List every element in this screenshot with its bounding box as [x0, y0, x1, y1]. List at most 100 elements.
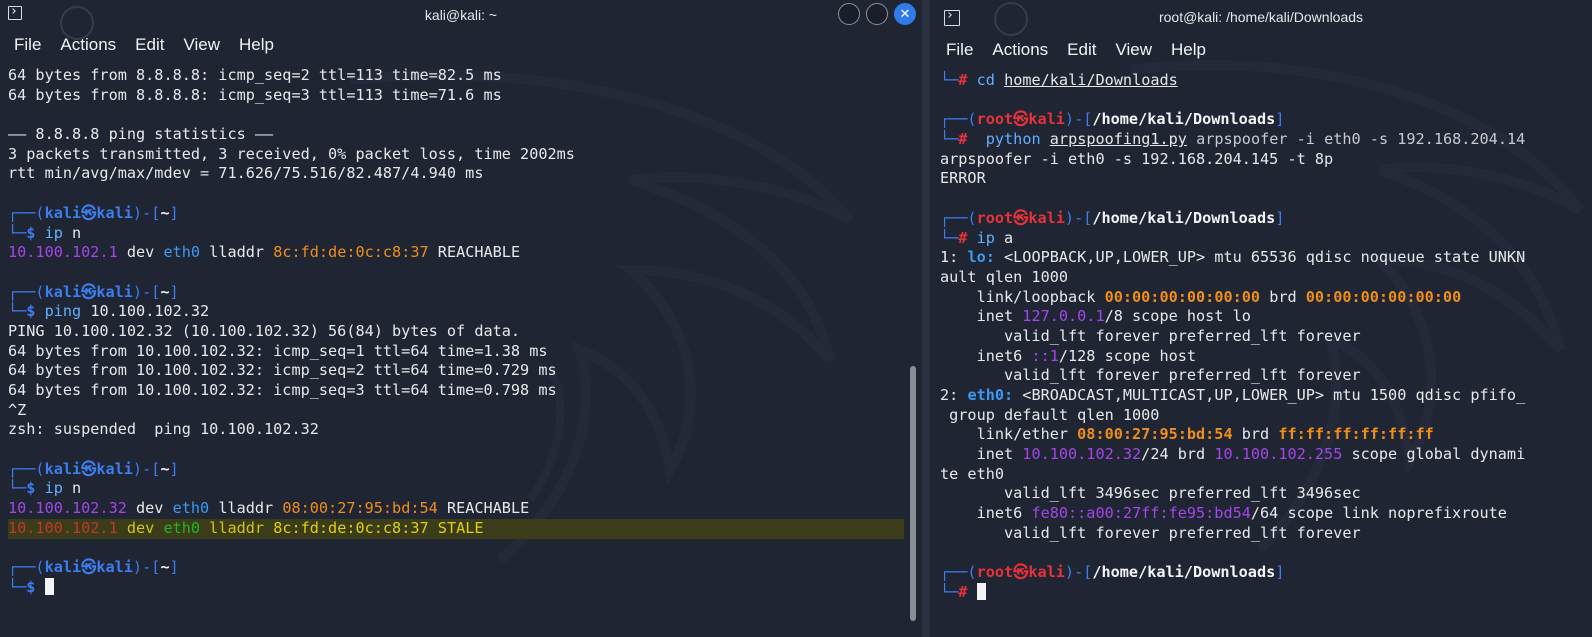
interface-flags: <BROADCAST,MULTICAST,UP,LOWER_UP> mtu 15… — [1013, 386, 1526, 404]
prompt-frame: )-[ — [1064, 563, 1093, 582]
menu-item-actions[interactable]: Actions — [992, 40, 1048, 60]
command: ip — [44, 479, 63, 498]
label: link/loopback — [940, 287, 1105, 306]
text-cursor[interactable] — [44, 577, 54, 595]
text-cursor[interactable] — [976, 582, 986, 600]
prompt-line: ┌──(kali㉿kali)-[~] — [8, 283, 904, 303]
interface-header: 2: eth0: <BROADCAST,MULTICAST,UP,LOWER_U… — [940, 386, 1592, 406]
neighbor-ip: 10.100.102.32 — [8, 499, 127, 518]
menu-item-edit[interactable]: Edit — [1067, 40, 1096, 60]
command: ping — [44, 302, 82, 321]
menu-item-help[interactable]: Help — [1171, 40, 1206, 60]
address-line: inet6 ::1/128 scope host — [940, 347, 1592, 367]
output-line: PING 10.100.102.32 (10.100.102.32) 56(84… — [8, 322, 904, 342]
prompt-dir: /home/kali/Downloads — [1092, 110, 1276, 129]
output-text: valid_lft forever preferred_lft forever — [940, 523, 1361, 542]
interface-number: 1: — [940, 248, 968, 267]
command-path-arg: arpspoofing1.py — [1049, 130, 1187, 149]
scrollbar[interactable] — [910, 66, 916, 623]
menu-item-view[interactable]: View — [183, 35, 220, 55]
command: ip — [44, 223, 63, 242]
command-args — [1041, 130, 1050, 148]
output-text: te eth0 — [940, 464, 1005, 483]
menu-item-edit[interactable]: Edit — [135, 35, 164, 55]
label: lladdr — [200, 518, 274, 537]
interface-name: lo: — [967, 248, 995, 267]
prompt-host: kali — [96, 558, 133, 577]
maximize-icon[interactable] — [866, 3, 888, 25]
minimize-icon[interactable] — [838, 3, 860, 25]
address-line: inet 10.100.102.32/24 brd 10.100.102.255… — [940, 445, 1592, 465]
menu-item-help[interactable]: Help — [239, 35, 274, 55]
label: inet — [940, 445, 1023, 464]
terminal-output[interactable]: └─# cd home/kali/Downloads ┌──(root㉿kali)… — [940, 71, 1592, 637]
prompt-at-icon: ㉿ — [81, 203, 97, 222]
prompt-frame: )-[ — [132, 459, 161, 478]
output-line: group default qlen 1000 — [940, 406, 1592, 426]
prompt-host: kali — [1028, 110, 1065, 129]
interface-header: 1: lo: <LOOPBACK,UP,LOWER_UP> mtu 65536 … — [940, 248, 1592, 268]
output-text: 64 bytes from 10.100.102.32: icmp_seq=3 … — [8, 381, 557, 399]
prompt-line: ┌──(kali㉿kali)-[~] — [8, 204, 904, 224]
output-line: 64 bytes from 10.100.102.32: icmp_seq=2 … — [8, 361, 904, 381]
titlebar[interactable]: root@kali: /home/kali/Downloads — [930, 0, 1592, 36]
prompt-dir: ~ — [160, 459, 170, 478]
command-line: └─# ip a — [940, 229, 1592, 249]
prompt-frame: ┌──( — [940, 563, 977, 582]
terminal-output[interactable]: 64 bytes from 8.8.8.8: icmp_seq=2 ttl=11… — [8, 66, 904, 637]
prompt-host: kali — [96, 203, 133, 222]
prompt-dir: ~ — [160, 282, 170, 301]
label: dev — [126, 499, 173, 518]
label: brd — [1232, 425, 1279, 444]
label: scope global dynami — [1342, 445, 1526, 464]
label: /64 scope link noprefixroute — [1250, 504, 1507, 523]
output-text: ault qlen 1000 — [940, 267, 1069, 286]
output-text: rtt min/avg/max/mdev = 71.626/75.516/82.… — [8, 164, 484, 183]
prompt-line: ┌──(kali㉿kali)-[~] — [8, 460, 904, 480]
output-line: 3 packets transmitted, 3 received, 0% pa… — [8, 145, 904, 165]
prompt-frame: ] — [169, 282, 179, 301]
scrollbar-thumb[interactable] — [910, 366, 916, 621]
command-args: n — [62, 223, 82, 242]
terminal-icon — [8, 6, 22, 20]
neighbor-entry-stale: 10.100.102.1 dev eth0 lladdr 8c:fd:de:0c… — [8, 518, 904, 539]
command-line: └─$ ip n — [8, 224, 904, 244]
output-text: 64 bytes from 8.8.8.8: icmp_seq=3 ttl=11… — [8, 85, 502, 104]
label: lladdr — [200, 243, 274, 262]
close-icon[interactable]: ✕ — [894, 3, 916, 25]
output-line: valid_lft forever preferred_lft forever — [940, 366, 1592, 386]
label: /24 brd — [1141, 445, 1215, 464]
output-line: 64 bytes from 8.8.8.8: icmp_seq=3 ttl=11… — [8, 86, 904, 106]
output-line: valid_lft forever preferred_lft forever — [940, 327, 1592, 347]
label: inet — [940, 307, 1023, 326]
prompt-at-icon: ㉿ — [1013, 208, 1029, 227]
label: dev — [117, 243, 164, 262]
command-path-arg: home/kali/Downloads — [1004, 71, 1178, 89]
menu-item-actions[interactable]: Actions — [60, 35, 116, 55]
output-line: valid_lft 3496sec preferred_lft 3496sec — [940, 484, 1592, 504]
menu-item-file[interactable]: File — [14, 35, 41, 55]
menu-item-view[interactable]: View — [1115, 40, 1152, 60]
prompt-line: ┌──(root㉿kali)-[/home/kali/Downloads] — [940, 110, 1592, 130]
terminal-window-root-downloads[interactable]: root@kali: /home/kali/Downloads File Acti… — [930, 0, 1592, 637]
output-text: valid_lft forever preferred_lft forever — [940, 366, 1361, 385]
terminal-window-kali-home[interactable]: kali@kali: ~ ✕ File Actions Edit View Help 6… — [0, 0, 923, 637]
prompt-frame: └─ — [8, 223, 27, 242]
titlebar[interactable]: kali@kali: ~ ✕ — [0, 0, 922, 40]
menu-item-file[interactable]: File — [946, 40, 973, 60]
prompt-at-icon: ㉿ — [81, 459, 97, 478]
address-line: inet 127.0.0.1/8 scope host lo — [940, 307, 1592, 327]
output-line: valid_lft forever preferred_lft forever — [940, 524, 1592, 544]
broadcast-ip: 10.100.102.255 — [1214, 445, 1343, 464]
prompt-frame: └─ — [8, 302, 27, 321]
